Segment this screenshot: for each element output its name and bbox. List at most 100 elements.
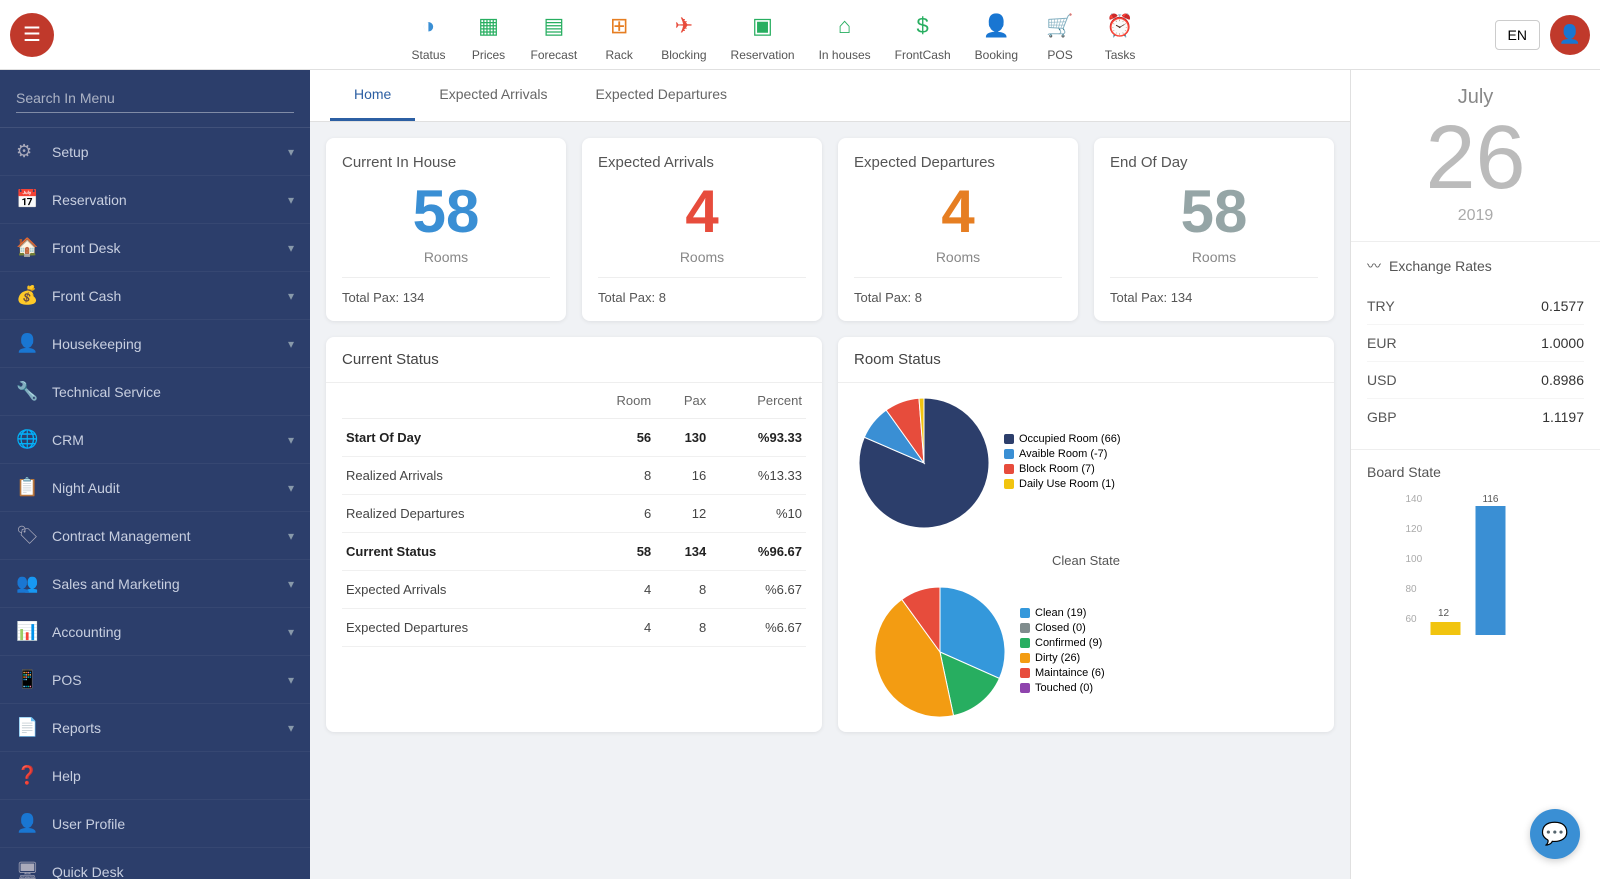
sidebar-search-container [0, 70, 310, 128]
stat-card-rooms-label-expected-arrivals: Rooms [598, 249, 806, 265]
sidebar-item-contract[interactable]: 🏷 Contract Management ▾ [0, 512, 310, 560]
right-panel: July 26 2019 〰 Exchange Rates TRY 0.1577… [1350, 70, 1600, 879]
sidebar-item-frontdesk[interactable]: 🏠 Front Desk ▾ [0, 224, 310, 272]
sidebar-label-setup: Setup [52, 144, 288, 160]
nav-icon-symbol-forecast: ▤ [536, 8, 572, 44]
sidebar-item-reports[interactable]: 📄 Reports ▾ [0, 704, 310, 752]
row-percent: %6.67 [710, 571, 806, 609]
row-room: 4 [578, 571, 655, 609]
sidebar-item-quickdesk[interactable]: 🖥 Quick Desk [0, 848, 310, 879]
svg-text:12: 12 [1438, 608, 1450, 619]
sidebar-icon-help: ❓ [16, 765, 42, 786]
sidebar-arrow-reports: ▾ [288, 721, 294, 735]
legend-item: Block Room (7) [1004, 463, 1121, 475]
stat-card-pax-expected-arrivals: Total Pax: 8 [598, 290, 806, 305]
nav-icon-label-reservation: Reservation [731, 48, 795, 62]
sidebar-item-userprofile[interactable]: 👤 User Profile [0, 800, 310, 848]
language-button[interactable]: EN [1495, 20, 1540, 50]
nav-icon-symbol-rack: ⊞ [601, 8, 637, 44]
nav-icon-symbol-frontcash: $ [905, 8, 941, 44]
stat-card-expected-departures: Expected Departures 4 Rooms Total Pax: 8 [838, 138, 1078, 321]
nav-icon-forecast[interactable]: ▤ Forecast [531, 8, 578, 62]
room-status-legend: Occupied Room (66)Avaible Room (-7)Block… [1004, 433, 1121, 493]
row-pax: 12 [655, 495, 710, 533]
sidebar-item-help[interactable]: ❓ Help [0, 752, 310, 800]
sidebar-arrow-frontdesk: ▾ [288, 241, 294, 255]
nav-icon-label-forecast: Forecast [531, 48, 578, 62]
row-pax: 16 [655, 457, 710, 495]
menu-button[interactable]: ☰ [10, 13, 54, 57]
col-header: Percent [710, 383, 806, 419]
chat-bubble[interactable]: 💬 [1530, 809, 1580, 859]
tab-expected-arrivals[interactable]: Expected Arrivals [415, 70, 571, 121]
room-status-panel: Room Status Occupied Room (66)Avaible Ro… [838, 337, 1334, 732]
nav-icon-blocking[interactable]: ✈ Blocking [661, 8, 706, 62]
sidebar-item-setup[interactable]: ⚙ Setup ▾ [0, 128, 310, 176]
sidebar-icon-reservation: 📅 [16, 189, 42, 210]
svg-text:60: 60 [1406, 614, 1418, 625]
tab-home[interactable]: Home [330, 70, 415, 121]
sidebar-item-pos[interactable]: 📱 POS ▾ [0, 656, 310, 704]
row-percent: %6.67 [710, 609, 806, 647]
legend-item: Clean (19) [1020, 607, 1105, 619]
table-row: Realized Departures 6 12 %10 [342, 495, 806, 533]
nav-icon-tasks[interactable]: ⏰ Tasks [1102, 8, 1138, 62]
nav-icon-label-blocking: Blocking [661, 48, 706, 62]
row-pax: 130 [655, 419, 710, 457]
search-input[interactable] [16, 84, 294, 113]
sidebar-label-nightaudit: Night Audit [52, 480, 288, 496]
nav-icon-status[interactable]: ◑ Status [411, 8, 447, 62]
current-status-panel: Current Status RoomPaxPercent Start Of D… [326, 337, 822, 732]
legend-item: Closed (0) [1020, 622, 1105, 634]
sidebar-item-frontcash[interactable]: 💰 Front Cash ▾ [0, 272, 310, 320]
sidebar-item-nightaudit[interactable]: 📋 Night Audit ▾ [0, 464, 310, 512]
bottom-panels-row: Current Status RoomPaxPercent Start Of D… [326, 337, 1334, 732]
col-header [342, 383, 578, 419]
sidebar-item-crm[interactable]: 🌐 CRM ▾ [0, 416, 310, 464]
row-pax: 134 [655, 533, 710, 571]
currency-rate: 1.0000 [1541, 335, 1584, 351]
svg-text:80: 80 [1406, 584, 1418, 595]
sidebar-icon-crm: 🌐 [16, 429, 42, 450]
tab-expected-departures[interactable]: Expected Departures [572, 70, 752, 121]
nav-icon-rack[interactable]: ⊞ Rack [601, 8, 637, 62]
stat-card-title-expected-arrivals: Expected Arrivals [598, 154, 806, 171]
nav-icon-prices[interactable]: ▦ Prices [471, 8, 507, 62]
sidebar-arrow-setup: ▾ [288, 145, 294, 159]
dashboard-content: Current In House 58 Rooms Total Pax: 134… [310, 122, 1350, 748]
sidebar-arrow-frontcash: ▾ [288, 289, 294, 303]
sidebar-icon-frontcash: 💰 [16, 285, 42, 306]
sidebar-label-pos: POS [52, 672, 288, 688]
nav-icon-symbol-prices: ▦ [471, 8, 507, 44]
nav-icon-reservation[interactable]: ▣ Reservation [731, 8, 795, 62]
nav-icon-symbol-booking: 👤 [978, 8, 1014, 44]
stat-card-number-expected-departures: 4 [854, 179, 1062, 245]
nav-icon-symbol-tasks: ⏰ [1102, 8, 1138, 44]
row-room: 8 [578, 457, 655, 495]
row-percent: %10 [710, 495, 806, 533]
col-header: Pax [655, 383, 710, 419]
nav-icon-frontcash[interactable]: $ FrontCash [895, 8, 951, 62]
sidebar-items-list: ⚙ Setup ▾ 📅 Reservation ▾ 🏠 Front Desk ▾… [0, 128, 310, 879]
legend-item: Touched (0) [1020, 682, 1105, 694]
sidebar-label-frontcash: Front Cash [52, 288, 288, 304]
sidebar-icon-reports: 📄 [16, 717, 42, 738]
sidebar-item-salesmarketing[interactable]: 👥 Sales and Marketing ▾ [0, 560, 310, 608]
col-header: Room [578, 383, 655, 419]
row-room: 56 [578, 419, 655, 457]
nav-icon-inhouses[interactable]: ⌂ In houses [819, 8, 871, 62]
sidebar-icon-nightaudit: 📋 [16, 477, 42, 498]
nav-icon-booking[interactable]: 👤 Booking [975, 8, 1018, 62]
sidebar-item-reservation[interactable]: 📅 Reservation ▾ [0, 176, 310, 224]
sidebar-item-housekeeping[interactable]: 👤 Housekeeping ▾ [0, 320, 310, 368]
exchange-rate-gbp: GBP 1.1197 [1367, 399, 1584, 435]
sidebar-item-accounting[interactable]: 📊 Accounting ▾ [0, 608, 310, 656]
sidebar-item-technical[interactable]: 🔧 Technical Service [0, 368, 310, 416]
current-status-table: RoomPaxPercent Start Of Day 56 130 %93.3… [342, 383, 806, 647]
currency-label: TRY [1367, 298, 1395, 314]
row-label: Start Of Day [342, 419, 578, 457]
legend-item: Daily Use Room (1) [1004, 478, 1121, 490]
nav-icon-pos[interactable]: 🛒 POS [1042, 8, 1078, 62]
sidebar-label-userprofile: User Profile [52, 816, 294, 832]
user-avatar[interactable]: 👤 [1550, 15, 1590, 55]
